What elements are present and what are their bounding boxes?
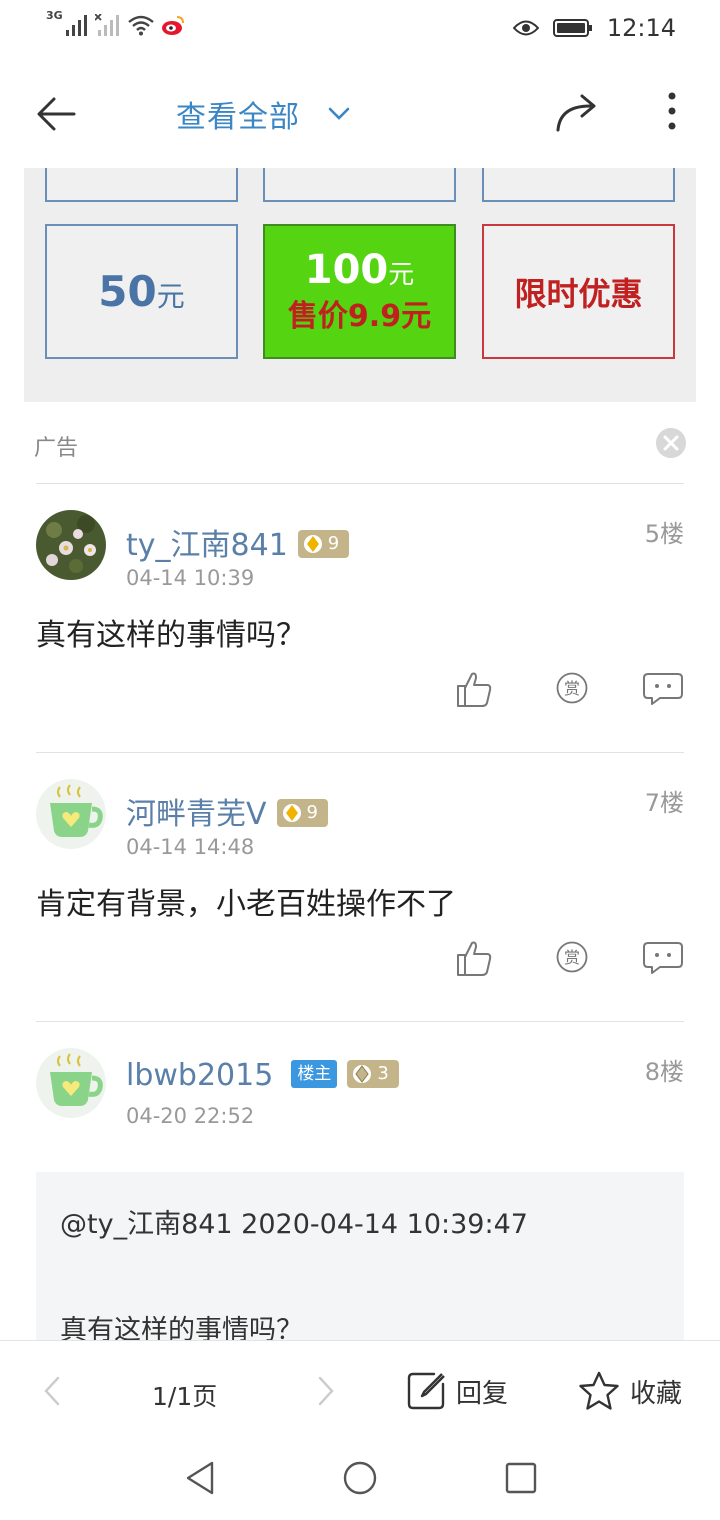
ad-tile-top-1	[45, 168, 238, 202]
edit-icon	[407, 1372, 445, 1410]
clock: 12:14	[606, 14, 676, 42]
floor-number: 7楼	[644, 789, 684, 817]
post-item: lbwb2015 楼主 3 04-20 22:52 8楼 @ty_江南841 202…	[36, 1048, 684, 1340]
quoted-reply: @ty_江南841 2020-04-14 10:39:47 真有这样的事情吗？	[36, 1172, 684, 1340]
post-actions: 赏	[456, 939, 684, 979]
nav-recents-icon[interactable]	[504, 1460, 538, 1496]
system-navigation-bar	[0, 1442, 720, 1520]
chevron-down-icon	[328, 107, 350, 120]
post-actions: 赏	[456, 670, 684, 710]
reward-label: 赏	[564, 948, 580, 967]
username[interactable]: ty_江南841 9	[126, 520, 350, 564]
weibo-icon	[161, 16, 184, 35]
post-time: 04-14 10:39	[126, 566, 255, 590]
favorite-button[interactable]: 收藏	[578, 1371, 682, 1411]
ad-tile-top-3	[482, 168, 675, 202]
signal-off-icon	[94, 14, 119, 36]
floor-number: 8楼	[644, 1058, 684, 1086]
ad-tile-top-2	[263, 168, 456, 202]
chevron-left-icon[interactable]	[42, 1375, 62, 1407]
ad-tile-50[interactable]: 50元	[45, 224, 238, 359]
teacup-avatar-icon	[36, 779, 106, 849]
bottom-toolbar: 1/1页 回复 收藏	[0, 1340, 720, 1442]
ad-100-price: 售价9.9元	[287, 299, 432, 334]
post-content: 真有这样的事情吗？	[36, 618, 306, 653]
level-number: 3	[377, 1063, 389, 1084]
star-icon	[579, 1371, 619, 1410]
comment-icon[interactable]	[642, 672, 684, 706]
level-badge: 9	[276, 798, 328, 827]
avatar[interactable]	[36, 510, 106, 580]
op-badge: 楼主	[291, 1059, 338, 1088]
ad-100-amount: 100	[304, 247, 389, 293]
quote-content: 真有这样的事情吗？	[60, 1315, 303, 1340]
post-item: ty_江南841 9 04-14 10:39 5楼 真有这样的事情吗？ 赏	[36, 510, 684, 740]
flower-avatar-image	[36, 510, 106, 580]
teacup-avatar-icon	[36, 1048, 106, 1118]
post-time: 04-14 14:48	[126, 835, 255, 859]
nav-home-icon[interactable]	[342, 1460, 378, 1496]
view-filter-dropdown[interactable]: 查看全部	[176, 92, 350, 136]
post-time: 04-20 22:52	[126, 1104, 255, 1128]
ad-promo-label: 限时优惠	[514, 274, 643, 313]
eye-icon	[512, 20, 539, 36]
username-text: lbwb2015	[126, 1058, 274, 1093]
comment-icon[interactable]	[642, 941, 684, 975]
post-content: 肯定有背景，小老百姓操作不了	[36, 887, 456, 922]
username[interactable]: 河畔青芜V 9	[126, 789, 328, 833]
username-text: 河畔青芜V	[126, 797, 267, 832]
status-right: 12:14	[512, 14, 676, 42]
divider	[36, 752, 684, 753]
avatar[interactable]	[36, 779, 106, 849]
ad-banner[interactable]: 50元 100元 售价9.9元 限时优惠	[24, 168, 696, 402]
reply-label: 回复	[456, 1378, 509, 1409]
diamond-icon	[282, 803, 301, 822]
back-arrow-icon[interactable]	[34, 92, 78, 136]
level-number: 9	[306, 802, 318, 823]
wifi-icon	[127, 15, 154, 36]
network-type-label: 3G	[46, 9, 63, 22]
page-title: 查看全部	[176, 100, 300, 135]
more-vertical-icon[interactable]	[660, 90, 684, 134]
ad-50-amount: 50	[98, 267, 157, 316]
reward-icon[interactable]: 赏	[556, 941, 588, 973]
diamond-icon	[303, 534, 322, 553]
favorite-label: 收藏	[630, 1378, 683, 1409]
reward-label: 赏	[564, 679, 580, 698]
status-bar: 3G 12:14	[0, 0, 720, 58]
post-item: 河畔青芜V 9 04-14 14:48 7楼 肯定有背景，小老百姓操作不了 赏	[36, 779, 684, 1009]
nav-back-icon[interactable]	[184, 1460, 216, 1496]
thumbs-up-icon[interactable]	[456, 670, 492, 708]
chevron-right-icon[interactable]	[316, 1375, 336, 1407]
divider	[36, 1021, 684, 1022]
username[interactable]: lbwb2015 楼主 3	[126, 1058, 399, 1093]
thumbs-up-icon[interactable]	[456, 939, 492, 977]
diamond-icon	[353, 1064, 372, 1083]
reply-button[interactable]: 回复	[406, 1371, 508, 1411]
share-icon[interactable]	[554, 90, 600, 134]
ad-tile-promo[interactable]: 限时优惠	[482, 224, 675, 359]
quote-header: @ty_江南841 2020-04-14 10:39:47	[60, 1209, 528, 1240]
avatar[interactable]	[36, 1048, 106, 1118]
divider	[36, 483, 684, 484]
floor-number: 5楼	[644, 520, 684, 548]
signal-icon	[65, 15, 87, 36]
level-number: 9	[327, 533, 340, 554]
username-text: ty_江南841	[126, 528, 288, 563]
page-indicator[interactable]: 1/1页	[152, 1377, 217, 1413]
battery-icon	[552, 19, 592, 37]
level-badge: 3	[347, 1059, 399, 1088]
ad-label: 广告	[34, 436, 79, 461]
ad-50-unit: 元	[156, 280, 185, 313]
close-icon[interactable]	[656, 428, 686, 458]
reward-icon[interactable]: 赏	[556, 672, 588, 704]
level-badge: 9	[297, 529, 350, 558]
ad-100-unit: 元	[388, 260, 415, 290]
top-navigation: 查看全部	[0, 58, 720, 168]
ad-tile-100[interactable]: 100元 售价9.9元	[263, 224, 456, 359]
status-left: 3G	[46, 9, 185, 36]
